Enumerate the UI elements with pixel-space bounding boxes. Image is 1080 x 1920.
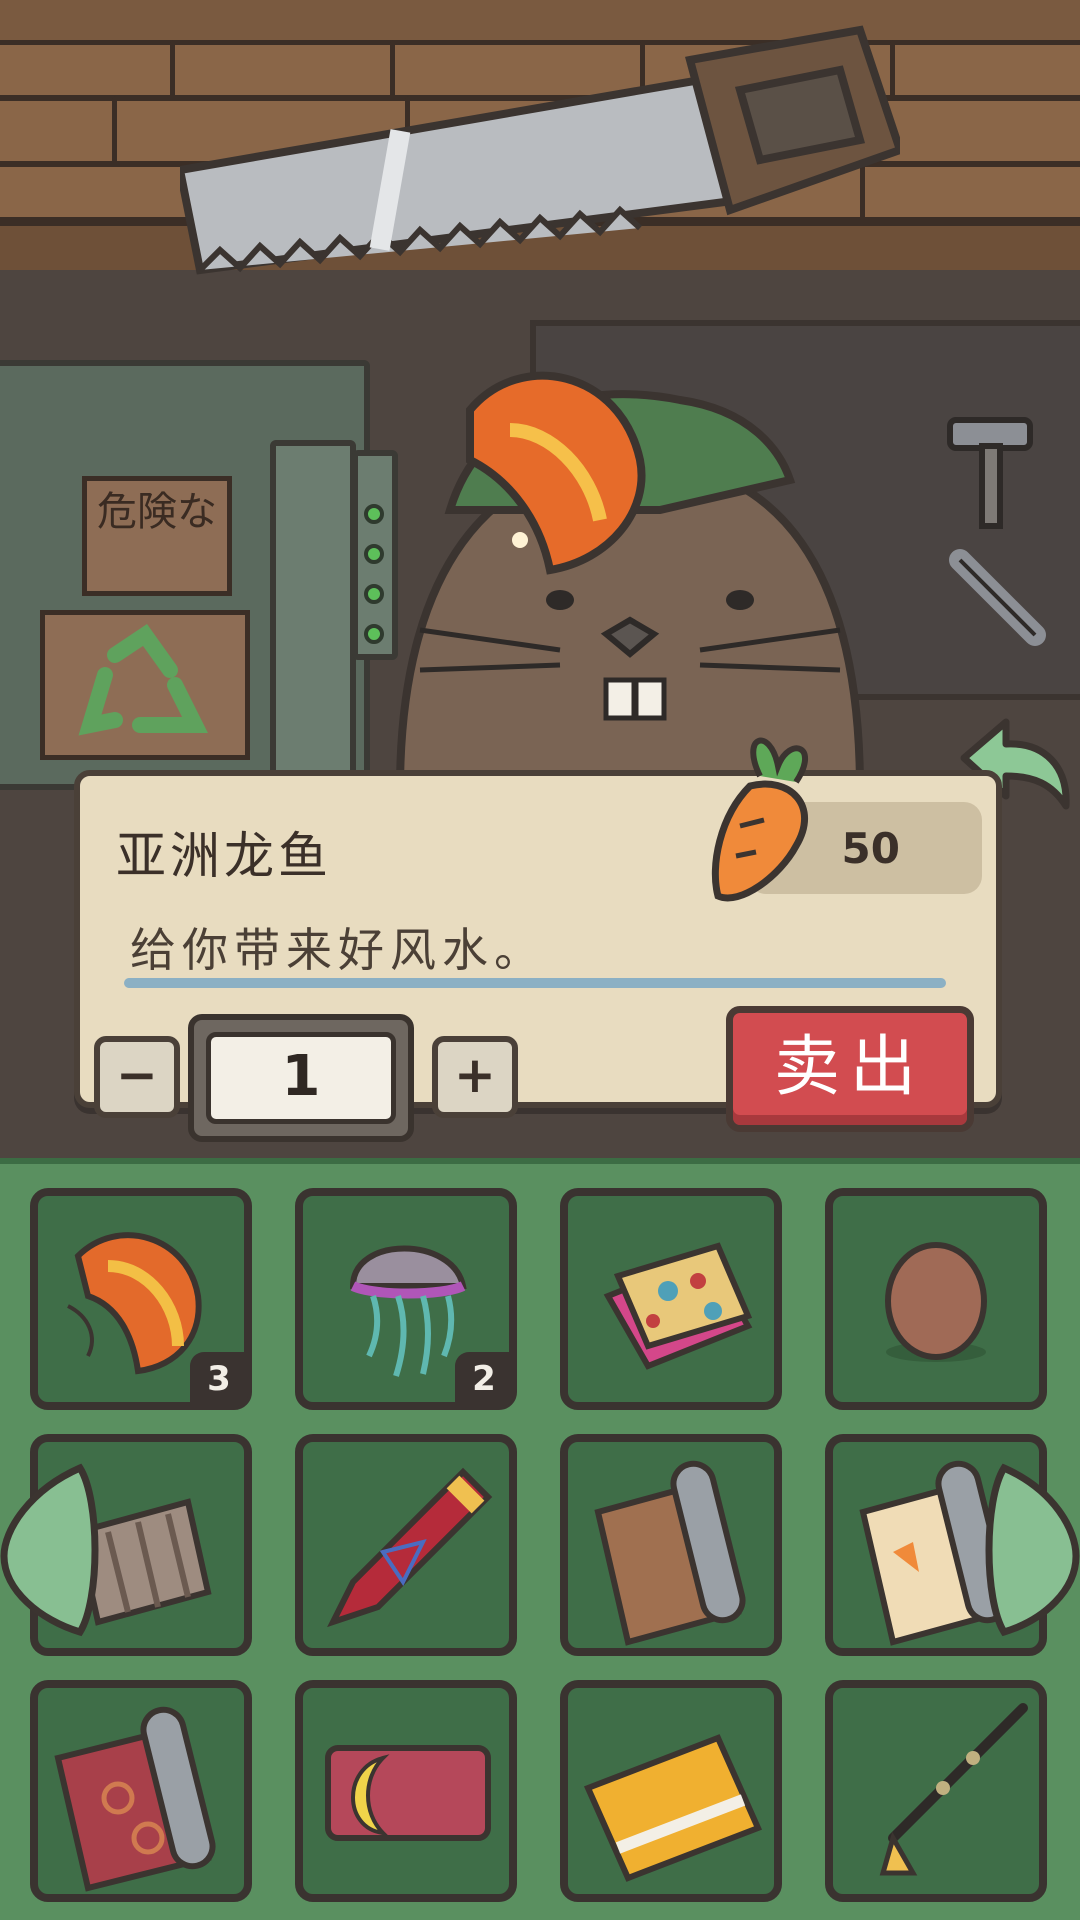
beaver-shopkeeper	[395, 371, 865, 790]
crayon-icon	[327, 1467, 493, 1628]
inventory-slot[interactable]	[560, 1680, 782, 1902]
left-arrow-icon	[0, 1463, 99, 1637]
inventory-slot[interactable]	[30, 1680, 252, 1902]
thermometer-panel	[270, 440, 356, 780]
item-count: 2	[455, 1352, 513, 1406]
increase-quantity-button[interactable]: +	[432, 1036, 518, 1118]
red-wallpaper-roll-icon	[54, 1706, 216, 1892]
inventory-grid: 3 2	[0, 1158, 1080, 1920]
item-count: 3	[190, 1352, 248, 1406]
decrease-quantity-button[interactable]: −	[94, 1036, 180, 1118]
fishing-rod-icon	[879, 1703, 1028, 1876]
inventory-slot[interactable]	[295, 1434, 517, 1656]
inventory-slot[interactable]	[825, 1680, 1047, 1902]
inventory-slot[interactable]	[560, 1188, 782, 1410]
wall-brick	[0, 96, 120, 166]
inventory-slot[interactable]	[560, 1434, 782, 1656]
inventory-slot[interactable]: 3	[30, 1188, 252, 1410]
inventory-slot[interactable]	[295, 1680, 517, 1902]
item-description: 给你带来好风水。	[130, 923, 546, 977]
recycle-icon	[78, 624, 208, 736]
egg-icon	[885, 1242, 987, 1362]
quantity-frame: 1	[188, 1014, 414, 1142]
inventory-slot[interactable]	[825, 1188, 1047, 1410]
next-page-button[interactable]	[984, 1460, 1080, 1640]
moon-card-icon	[325, 1745, 491, 1841]
recycle-box	[40, 610, 250, 760]
danger-sign: 危険な	[82, 476, 232, 596]
hand-saw-icon	[180, 25, 900, 275]
quantity-field[interactable]: 1	[206, 1032, 396, 1124]
description-underline	[124, 978, 946, 988]
hammer-wrench-icon	[947, 417, 1046, 646]
carrot-icon	[711, 737, 809, 902]
vip-card-icon	[583, 1734, 763, 1882]
item-name: 亚洲龙鱼	[116, 827, 332, 885]
prev-page-button[interactable]	[0, 1460, 110, 1640]
price-value: 50	[841, 824, 900, 873]
inventory-slot[interactable]: 2	[295, 1188, 517, 1410]
brown-paper-roll-icon	[594, 1460, 746, 1646]
right-arrow-icon	[985, 1463, 1080, 1637]
sell-button[interactable]: 卖出	[726, 1006, 974, 1132]
patterned-cloth-icon	[603, 1242, 753, 1370]
sell-dialog: 亚洲龙鱼 50 给你带来好风水。 − 1 + 卖出	[74, 737, 1002, 1142]
wall-brick	[0, 40, 180, 100]
wall-brick	[890, 40, 1080, 100]
